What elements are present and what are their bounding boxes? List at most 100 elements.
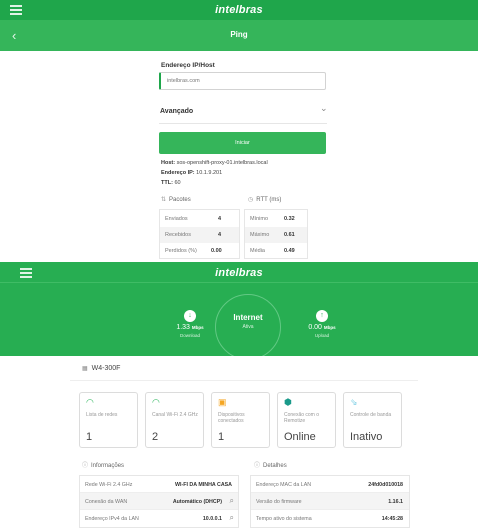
internet-status-hero: intelbras Internet Ativa ↓ 1.33 Mbps Dow… bbox=[0, 262, 478, 356]
info-icon: ⓘ bbox=[82, 463, 89, 469]
packets-header: ⇅ Pacotes bbox=[161, 196, 191, 203]
advanced-label[interactable]: Avançado bbox=[160, 108, 193, 115]
table-row: Versão do firmware 1.16.1 bbox=[251, 493, 409, 510]
card-value: Online bbox=[284, 431, 316, 443]
divider bbox=[70, 380, 418, 381]
rtt-max-value: 0.61 bbox=[284, 232, 295, 238]
wifi-icon: ◠ bbox=[86, 397, 94, 407]
divider bbox=[0, 282, 478, 283]
top-app-bar: intelbras bbox=[0, 0, 478, 20]
card-label: Canal Wi-Fi 2.4 GHz bbox=[152, 412, 198, 418]
device-name: ▦ W4-300F bbox=[82, 365, 120, 372]
host-input[interactable] bbox=[159, 72, 326, 90]
table-row: Perdidos (%) 0.00 bbox=[160, 243, 239, 259]
table-row: Endereço MAC da LAN 24fd0d010018 bbox=[251, 476, 409, 493]
card-network-list[interactable]: ◠ Lista de redes 1 bbox=[79, 392, 138, 448]
upload-value: 0.00 bbox=[308, 324, 322, 331]
card-label: Conexão com o Remotize bbox=[284, 412, 320, 424]
internet-status: Ativa bbox=[242, 324, 254, 330]
rtt-table: Mínimo 0.32 Máximo 0.61 Média 0.49 bbox=[244, 209, 308, 259]
details-header-text: Detalhes bbox=[263, 463, 287, 469]
row-value: 1.16.1 bbox=[388, 498, 403, 505]
packets-header-text: Pacotes bbox=[169, 197, 191, 203]
result-ip-label: Endereço IP: bbox=[161, 170, 195, 176]
row-value: WI-FI DA MINHA CASA bbox=[175, 481, 232, 488]
row-value: Automático (DHCP) bbox=[172, 498, 222, 505]
row-value: 10.0.0.1 bbox=[202, 515, 222, 522]
card-label: Controle de banda bbox=[350, 412, 392, 418]
ping-screen: intelbras ‹ Ping Endereço IP/Host Avança… bbox=[0, 0, 478, 262]
dashboard-screen: intelbras Internet Ativa ↓ 1.33 Mbps Dow… bbox=[0, 262, 478, 528]
card-wifi-channel[interactable]: ◠ Canal Wi-Fi 2.4 GHz 2 bbox=[145, 392, 204, 448]
row-label: Tempo ativo do sistema bbox=[256, 515, 312, 522]
details-header: ⓘ Detalhes bbox=[254, 460, 287, 469]
page-title: Ping bbox=[230, 30, 248, 39]
internet-title: Internet bbox=[233, 313, 263, 322]
row-value: 24fd0d010018 bbox=[368, 481, 403, 488]
info-table: Rede Wi-Fi 2.4 GHz WI-FI DA MINHA CASA C… bbox=[79, 475, 239, 528]
upload-label: Upload bbox=[314, 333, 330, 338]
row-label: Rede Wi-Fi 2.4 GHz bbox=[85, 481, 133, 488]
start-button[interactable]: Iniciar bbox=[159, 132, 326, 154]
upload-speed: 0.00 Mbps bbox=[292, 324, 352, 331]
row-label: Endereço IPv4 da LAN bbox=[85, 515, 139, 522]
table-row: Recebidos 4 bbox=[160, 227, 239, 243]
info-header: ⓘ Informações bbox=[82, 460, 124, 469]
packets-lost-label: Perdidos (%) bbox=[165, 248, 197, 254]
search-icon[interactable]: ⌕ bbox=[230, 513, 234, 523]
table-row: Mínimo 0.32 bbox=[245, 211, 307, 227]
table-row: Rede Wi-Fi 2.4 GHz WI-FI DA MINHA CASA bbox=[80, 476, 238, 493]
table-row: Tempo ativo do sistema 14:45:28 bbox=[251, 510, 409, 527]
card-connected-devices[interactable]: ▣ Dispositivos conectados 1 bbox=[211, 392, 270, 448]
divider bbox=[159, 123, 327, 124]
packets-table: Enviados 4 Recebidos 4 Perdidos (%) 0.00 bbox=[159, 209, 240, 259]
card-label: Dispositivos conectados bbox=[218, 412, 245, 424]
chevron-down-icon[interactable]: ⌄ bbox=[320, 103, 328, 114]
details-icon: ⓘ bbox=[254, 463, 261, 469]
page-header: ‹ Ping bbox=[0, 20, 478, 51]
card-bandwidth-control[interactable]: ⇘ Controle de banda Inativo bbox=[343, 392, 402, 448]
bandwidth-icon: ⇘ bbox=[350, 397, 358, 407]
result-ttl-value: 60 bbox=[174, 180, 181, 186]
device-icon: ▦ bbox=[82, 366, 88, 372]
row-label: Versão do firmware bbox=[256, 498, 302, 505]
search-icon[interactable]: ⌕ bbox=[230, 496, 234, 506]
result-ip: Endereço IP: 10.1.9.201 bbox=[161, 170, 222, 176]
rtt-max-label: Máximo bbox=[250, 232, 270, 238]
row-label: Conexão da WAN bbox=[85, 498, 128, 505]
wifi-icon: ◠ bbox=[152, 397, 160, 407]
packets-received-value: 4 bbox=[218, 232, 222, 238]
info-header-text: Informações bbox=[91, 463, 125, 469]
details-table: Endereço MAC da LAN 24fd0d010018 Versão … bbox=[250, 475, 410, 528]
download-label: Download bbox=[179, 333, 200, 338]
table-row: Enviados 4 bbox=[160, 211, 239, 227]
card-remotize[interactable]: ⬢ Conexão com o Remotize Online bbox=[277, 392, 336, 448]
table-row: Média 0.49 bbox=[245, 243, 307, 259]
card-value: Inativo bbox=[350, 431, 383, 443]
result-ttl-label: TTL: bbox=[161, 180, 173, 186]
row-value: 14:45:28 bbox=[381, 515, 403, 522]
card-value: 2 bbox=[152, 431, 159, 443]
packets-lost-value: 0.00 bbox=[211, 248, 222, 254]
table-row: Máximo 0.61 bbox=[245, 227, 307, 243]
remotize-icon: ⬢ bbox=[284, 397, 292, 407]
result-host-value: sos-openshift-proxy-01.intelbras.local bbox=[176, 160, 268, 166]
download-icon: ↓ bbox=[184, 310, 196, 322]
rtt-avg-label: Média bbox=[250, 248, 265, 254]
upload-icon: ↑ bbox=[316, 310, 328, 322]
result-host: Host: sos-openshift-proxy-01.intelbras.l… bbox=[161, 160, 268, 166]
card-label: Lista de redes bbox=[86, 412, 118, 418]
brand-logo: intelbras bbox=[215, 267, 263, 279]
devices-icon: ▣ bbox=[218, 397, 227, 407]
device-name-text: W4-300F bbox=[91, 365, 121, 372]
packets-icon: ⇅ bbox=[161, 197, 167, 203]
clock-icon: ◷ bbox=[248, 197, 254, 203]
rtt-min-value: 0.32 bbox=[284, 216, 295, 222]
row-label: Endereço MAC da LAN bbox=[256, 481, 312, 488]
card-value: 1 bbox=[86, 431, 93, 443]
table-row: Endereço IPv4 da LAN 10.0.0.1 ⌕ bbox=[80, 510, 238, 527]
rtt-header-text: RTT (ms) bbox=[256, 197, 282, 203]
upload-unit: Mbps bbox=[323, 325, 336, 330]
result-ttl: TTL: 60 bbox=[161, 180, 181, 186]
host-label: Endereço IP/Host bbox=[161, 62, 215, 69]
